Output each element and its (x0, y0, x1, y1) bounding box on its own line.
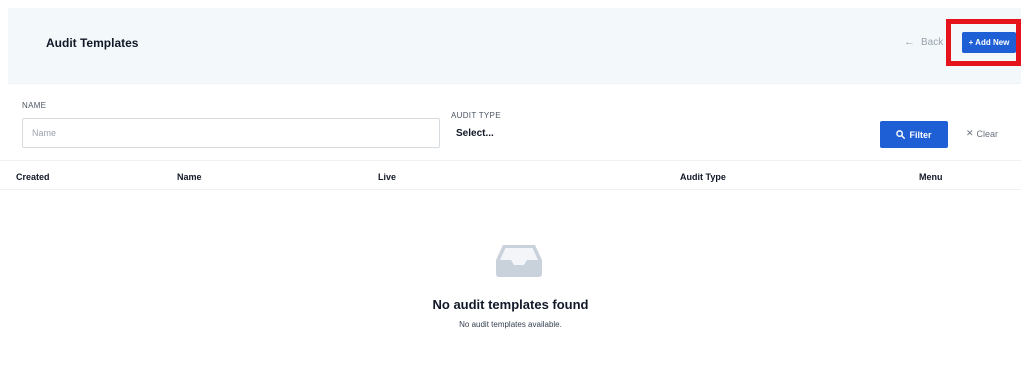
column-menu: Menu (919, 172, 943, 182)
back-link[interactable]: ← Back (904, 36, 943, 48)
filter-button-label: Filter (909, 129, 932, 140)
column-live[interactable]: Live (378, 172, 396, 182)
audit-templates-page: Audit Templates ← Back + Add New NAME AU… (0, 0, 1021, 383)
clear-button[interactable]: ✕ Clear (966, 128, 998, 139)
audit-type-filter-label: AUDIT TYPE (451, 111, 501, 120)
name-filter-label: NAME (22, 101, 47, 110)
table-header: Created Name Live Audit Type Menu (0, 160, 1021, 190)
add-new-button[interactable]: + Add New (962, 32, 1016, 53)
column-name[interactable]: Name (177, 172, 202, 182)
back-arrow-icon: ← (904, 36, 915, 48)
filter-button[interactable]: Filter (880, 121, 948, 148)
name-filter-input[interactable] (22, 118, 440, 148)
page-title: Audit Templates (46, 36, 139, 50)
empty-state-title: No audit templates found (432, 297, 589, 312)
page-header: Audit Templates ← Back + Add New (8, 8, 1021, 84)
back-label: Back (921, 36, 944, 48)
column-created[interactable]: Created (16, 172, 50, 182)
empty-state-subtitle: No audit templates available. (459, 320, 562, 329)
audit-type-select[interactable]: Select... (456, 128, 494, 139)
inbox-icon (496, 245, 542, 277)
column-audit-type[interactable]: Audit Type (680, 172, 726, 182)
close-icon: ✕ (966, 128, 974, 138)
clear-button-label: Clear (976, 128, 999, 139)
search-icon (896, 130, 906, 139)
